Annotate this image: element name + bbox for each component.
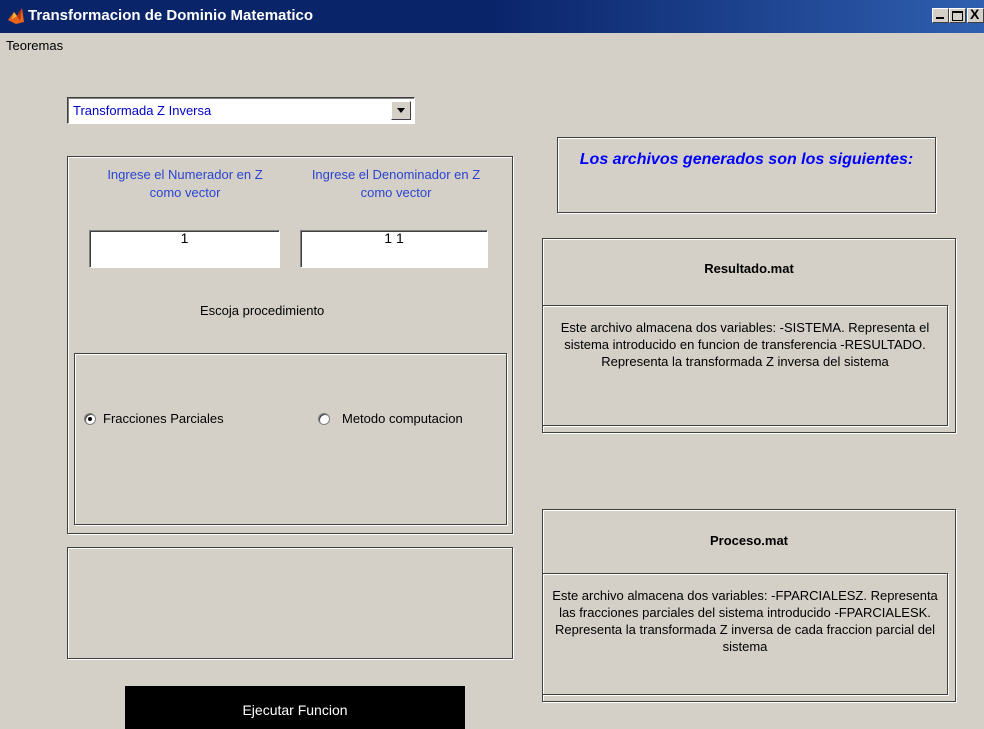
menu-bar: Teoremas	[0, 33, 984, 59]
transform-select-value: Transformada Z Inversa	[73, 103, 212, 118]
matlab-icon	[8, 8, 24, 24]
numerator-value: 1	[180, 230, 189, 246]
proceso-title: Proceso.mat	[709, 533, 789, 548]
procedure-label: Escoja procedimiento	[200, 303, 325, 318]
numerator-input[interactable]: 1	[89, 230, 280, 268]
numerator-label: Ingrese el Numerador en Z como vector	[107, 167, 263, 200]
close-glyph: X	[970, 6, 980, 22]
ejecutar-funcion-button[interactable]: Ejecutar Funcion	[125, 686, 465, 729]
app-window: Transformacion de Dominio Matematico X T…	[0, 0, 984, 729]
transform-select[interactable]: Transformada Z Inversa	[67, 97, 415, 124]
radio-fracciones-parciales-label[interactable]: Fracciones Parciales	[103, 411, 224, 426]
title-bar[interactable]: Transformacion de Dominio Matematico X	[0, 0, 984, 33]
denominator-value: 1 1	[384, 230, 404, 246]
procedure-radio-group	[74, 353, 507, 525]
radio-fracciones-parciales[interactable]	[84, 413, 96, 425]
menu-item-teoremas[interactable]: Teoremas	[6, 38, 63, 53]
radio-metodo-computacional[interactable]	[318, 413, 330, 425]
files-header-panel	[557, 137, 936, 213]
window-title: Transformacion de Dominio Matematico	[28, 7, 314, 24]
chevron-down-icon[interactable]	[391, 101, 411, 120]
maximize-icon[interactable]	[949, 8, 966, 23]
proceso-description: Este archivo almacena dos variables: -FP…	[552, 588, 938, 654]
minimize-icon[interactable]	[932, 8, 949, 23]
denominator-label: Ingrese el Denominador en Z como vector	[311, 167, 481, 200]
output-panel	[67, 547, 513, 659]
resultado-description: Este archivo almacena dos variables: -SI…	[560, 320, 930, 369]
radio-metodo-computacional-label[interactable]: Metodo computacion	[342, 411, 507, 426]
resultado-title: Resultado.mat	[704, 261, 794, 276]
denominator-input[interactable]: 1 1	[300, 230, 488, 268]
files-header-text: Los archivos generados son los siguiente…	[579, 151, 914, 168]
close-icon[interactable]: X	[967, 6, 984, 23]
